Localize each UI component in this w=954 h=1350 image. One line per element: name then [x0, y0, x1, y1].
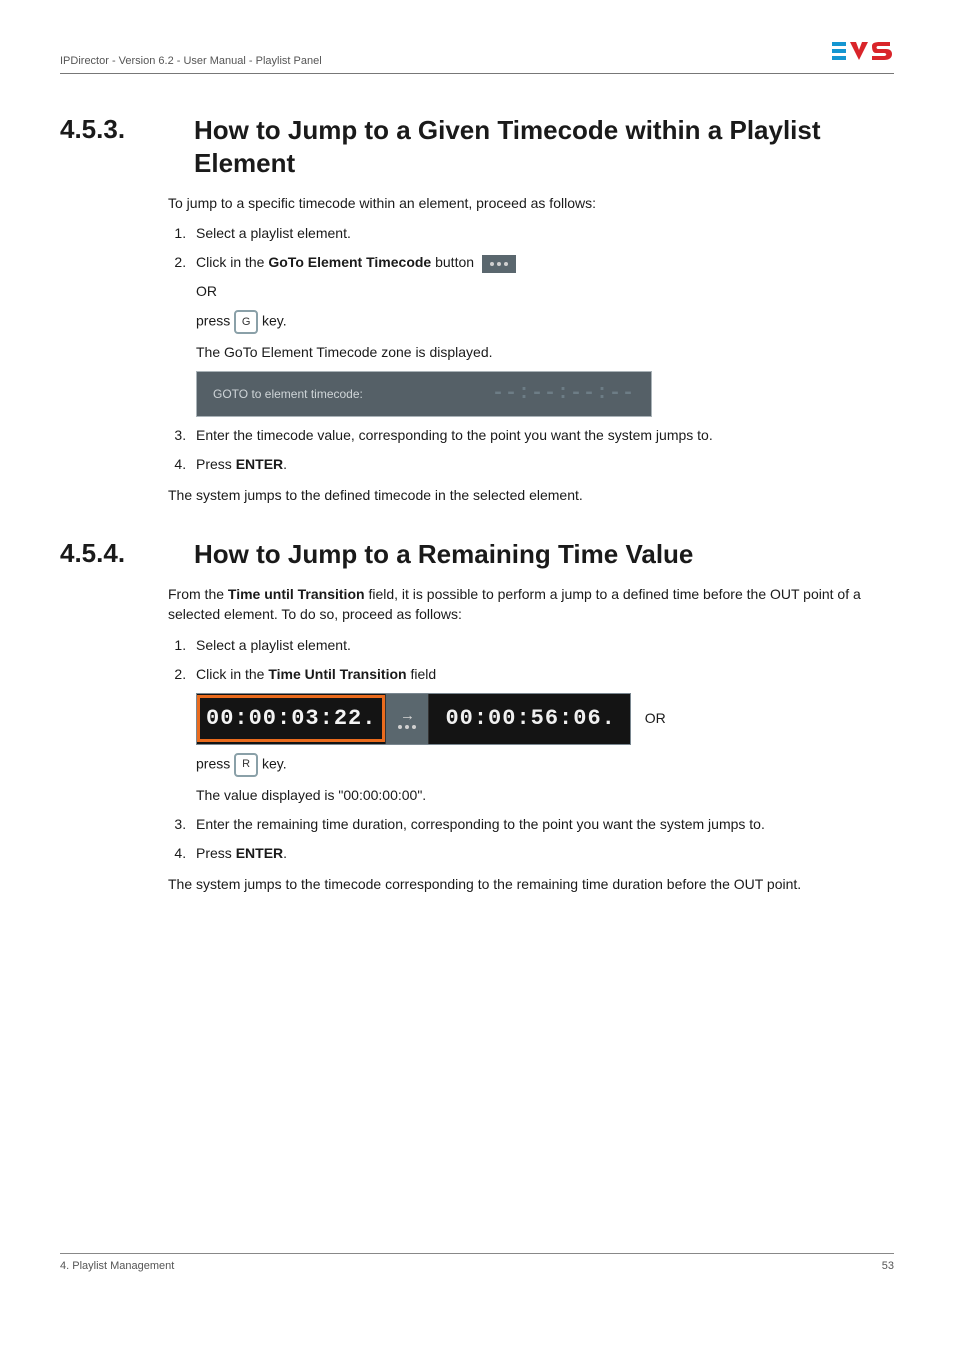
- tc-right-value: 00:00:56:06.: [429, 698, 629, 739]
- step-4-b: ENTER: [236, 456, 283, 472]
- steps-list-454: Select a playlist element. Click in the …: [168, 635, 894, 864]
- step-4-b: ENTER: [236, 845, 283, 861]
- footer-page: 53: [882, 1260, 894, 1272]
- step-2-text-a: Click in the: [196, 254, 268, 270]
- evs-logo: [832, 40, 894, 67]
- goto-timecode-bar: GOTO to element timecode: --:--:--:--: [196, 371, 652, 417]
- step-2-text-c: field: [407, 666, 437, 682]
- step-2: Click in the Time Until Transition field…: [190, 664, 894, 806]
- press-text-b: key.: [258, 755, 287, 771]
- step-4-c: .: [283, 456, 287, 472]
- step-3: Enter the timecode value, corresponding …: [190, 425, 894, 446]
- intro-text: To jump to a specific timecode within an…: [168, 193, 894, 213]
- section-title: How to Jump to a Given Timecode within a…: [194, 114, 894, 179]
- step-2-press: press G key.: [196, 310, 894, 334]
- step-2-or: OR: [196, 281, 894, 302]
- time-until-transition-display: 00:00:03:22. → 00:00:56:06.: [196, 693, 631, 745]
- step-2-press: press R key.: [196, 753, 894, 777]
- step-2-text-c: button: [431, 254, 478, 270]
- press-text-a: press: [196, 755, 234, 771]
- intro-454: From the Time until Transition field, it…: [168, 584, 894, 625]
- goto-label: GOTO to element timecode:: [213, 385, 363, 403]
- section-heading-454: 4.5.4. How to Jump to a Remaining Time V…: [168, 538, 894, 571]
- section-number: 4.5.4.: [60, 538, 168, 571]
- step-2: Click in the GoTo Element Timecode butto…: [190, 252, 894, 417]
- timecode-block-row: 00:00:03:22. → 00:00:56:06. OR: [196, 693, 894, 745]
- goto-timecode-value: --:--:--:--: [492, 379, 635, 409]
- step-2-or: OR: [645, 708, 666, 729]
- header-title: IPDirector - Version 6.2 - User Manual -…: [60, 55, 322, 67]
- tc-mid-button: →: [385, 694, 429, 744]
- key-g: G: [234, 310, 258, 334]
- step-2-result: The value displayed is "00:00:00:00".: [196, 785, 894, 806]
- step-4: Press ENTER.: [190, 843, 894, 864]
- step-2-text-b: GoTo Element Timecode: [268, 254, 431, 270]
- page-footer: 4. Playlist Management 53: [60, 1253, 894, 1272]
- press-text-a: press: [196, 313, 234, 329]
- dots-icon: [398, 725, 416, 729]
- step-4-a: Press: [196, 456, 236, 472]
- steps-list-453: Select a playlist element. Click in the …: [168, 223, 894, 475]
- footer-left: 4. Playlist Management: [60, 1260, 174, 1272]
- intro-b: Time until Transition: [228, 586, 365, 602]
- key-r: R: [234, 753, 258, 777]
- step-4: Press ENTER.: [190, 454, 894, 475]
- press-text-b: key.: [258, 313, 287, 329]
- arrow-right-icon: →: [400, 708, 415, 723]
- step-4-a: Press: [196, 845, 236, 861]
- step-4-c: .: [283, 845, 287, 861]
- step-3: Enter the remaining time duration, corre…: [190, 814, 894, 835]
- section-title: How to Jump to a Remaining Time Value: [194, 538, 894, 571]
- step-1: Select a playlist element.: [190, 223, 894, 244]
- tc-left-value: 00:00:03:22.: [197, 695, 385, 742]
- step-2-text-b: Time Until Transition: [268, 666, 406, 682]
- intro-a: From the: [168, 586, 228, 602]
- goto-element-button-icon: [482, 255, 516, 273]
- step-2-result: The GoTo Element Timecode zone is displa…: [196, 342, 894, 363]
- outro-454: The system jumps to the timecode corresp…: [168, 874, 894, 894]
- step-2-text-a: Click in the: [196, 666, 268, 682]
- outro-453: The system jumps to the defined timecode…: [168, 485, 894, 505]
- section-number: 4.5.3.: [60, 114, 168, 179]
- section-heading-453: 4.5.3. How to Jump to a Given Timecode w…: [168, 114, 894, 179]
- step-1: Select a playlist element.: [190, 635, 894, 656]
- page-header: IPDirector - Version 6.2 - User Manual -…: [60, 40, 894, 74]
